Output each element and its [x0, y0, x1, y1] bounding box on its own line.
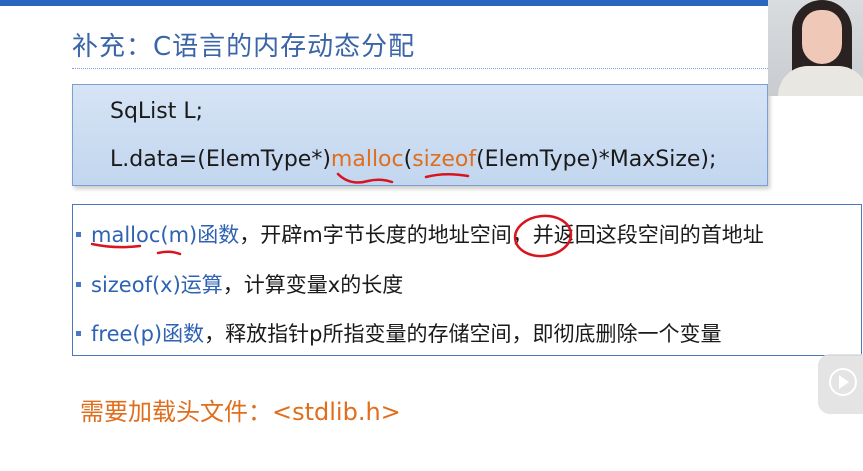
top-accent-bar — [0, 0, 863, 6]
list-item-sizeof: sizeof(x)运算，计算变量x的长度 — [73, 269, 403, 299]
slide-title: 补充：C语言的内存动态分配 — [72, 32, 416, 62]
code-line-2: L.data=(ElemType*)malloc(sizeof(ElemType… — [110, 147, 716, 172]
function-list: malloc(m)函数，开辟m字节长度的地址空间，并返回这段空间的首地址 siz… — [72, 204, 862, 356]
bullet-icon — [76, 231, 81, 237]
webcam-face — [802, 10, 842, 64]
list-item-malloc: malloc(m)函数，开辟m字节长度的地址空间，并返回这段空间的首地址 — [73, 219, 764, 249]
bullet-icon — [76, 281, 81, 287]
title-divider — [72, 68, 772, 69]
list-item-sizeof-term: sizeof(x)运算 — [91, 273, 223, 297]
play-button[interactable] — [818, 354, 863, 414]
code-box: SqList L; L.data=(ElemType*)malloc(sizeo… — [72, 84, 768, 186]
code-line-2-prefix: L.data=(ElemType*) — [110, 147, 331, 172]
code-sizeof-keyword: sizeof — [412, 147, 477, 172]
code-open-paren: ( — [403, 147, 413, 172]
code-malloc-keyword: malloc — [330, 147, 404, 172]
presenter-webcam — [768, 0, 863, 96]
play-triangle-icon — [839, 375, 849, 389]
code-line-2-suffix: (ElemType)*MaxSize); — [476, 147, 717, 172]
bullet-icon — [76, 330, 81, 336]
list-item-malloc-desc: ，开辟m字节长度的地址空间，并返回这段空间的首地址 — [239, 223, 764, 247]
list-item-free-term: free(p)函数 — [91, 322, 205, 346]
webcam-body — [778, 66, 863, 96]
list-item-sizeof-desc: ，计算变量x的长度 — [222, 273, 404, 297]
list-item-free: free(p)函数，释放指针p所指变量的存储空间，即彻底删除一个变量 — [73, 318, 721, 348]
code-line-1: SqList L; — [110, 99, 204, 124]
header-file-note: 需要加载头文件：<stdlib.h> — [80, 398, 401, 426]
list-item-malloc-term: malloc(m)函数 — [91, 223, 240, 247]
list-item-free-desc: ，释放指针p所指变量的存储空间，即彻底删除一个变量 — [204, 322, 722, 346]
